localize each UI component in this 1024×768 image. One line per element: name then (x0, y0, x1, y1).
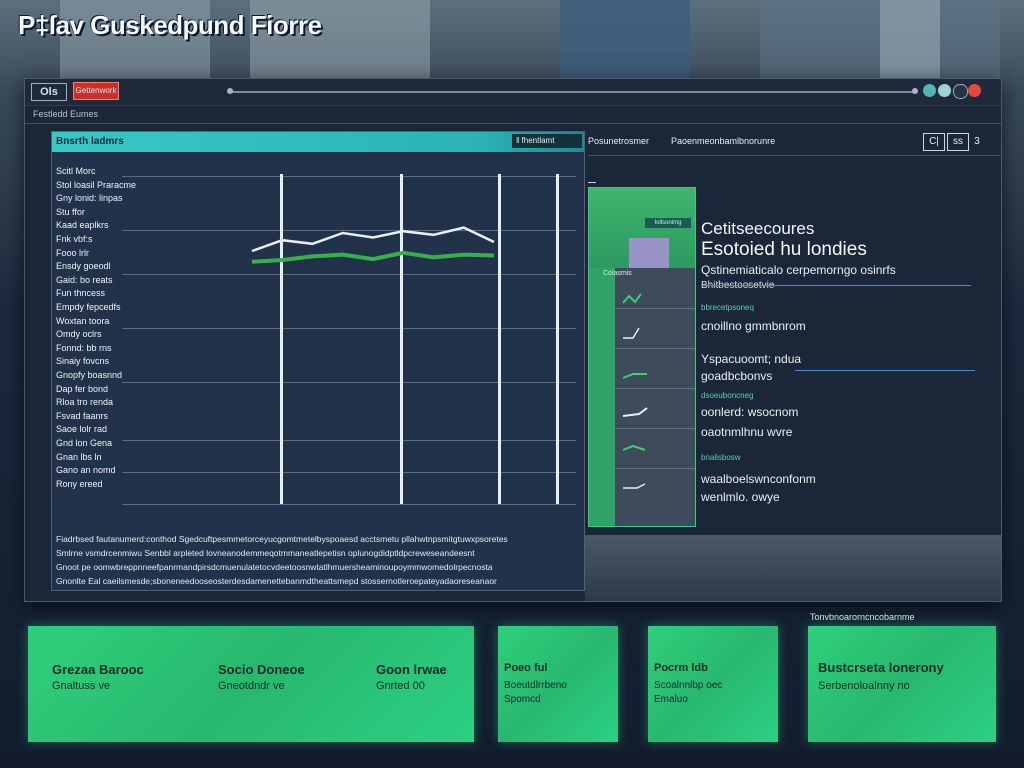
info-tag: bnalisbosw (701, 453, 741, 462)
thumbnail-column: Iollsonimg Colasmis (588, 187, 696, 527)
series-line-1 (251, 226, 495, 253)
axis-tick (588, 182, 596, 183)
summary-tile[interactable]: Grezaa Barooc Gnaltuss ve Socio Doneoe G… (28, 626, 474, 742)
series-line-2 (251, 250, 495, 264)
divider (701, 285, 971, 286)
tile-value: Gnaltuss ve (52, 680, 111, 692)
tile-value: Serbenoloalnny no (818, 680, 910, 692)
tile-label: Goon lrwae (376, 662, 447, 677)
thumbnail-sparklines (622, 293, 648, 489)
footnote-line-1: Fiadrbsed fautanumerd:conthod Sgedcuftpe… (56, 534, 508, 544)
tile-value: Spomcd (504, 694, 541, 705)
view-toggle-button[interactable]: C| (923, 133, 945, 151)
info-line: Qstinemiaticalo cerpemorngo osinrfs (701, 263, 896, 277)
status-strip (585, 535, 1001, 601)
divider (588, 155, 1000, 156)
background-building (560, 0, 690, 80)
info-line: Yspacuoomt; ndua (701, 352, 802, 366)
info-line: oonlerd: wsocnom (701, 405, 799, 419)
count-label: 3 (974, 136, 980, 147)
tile-label: Socio Doneoe (218, 662, 305, 677)
title-bar: Ols Gettenwork (25, 79, 1001, 106)
info-title: Cetitseecoures (701, 219, 815, 238)
tile-value: Boeutdlrrbeno (504, 680, 567, 691)
tile-label: Poeo ful (504, 662, 548, 674)
info-tag: bbrecetpsoneq (701, 303, 754, 312)
menu-bar: Festledd Eumes (25, 107, 1001, 124)
divider (795, 370, 975, 371)
chart-panel: Bnsrth ladmrs ‖ fhentlamt Scitl Morc Stol… (51, 131, 596, 591)
minimize-icon[interactable] (923, 84, 936, 97)
footnote-line-3: Gnoot pe oomwbreppnneefpanrmandpirsdcmue… (56, 562, 493, 572)
info-line: wenlmlo. owye (701, 490, 780, 504)
address-start-icon (227, 88, 233, 94)
address-end-icon (912, 88, 918, 94)
tile-value: Emaluo (654, 694, 688, 705)
info-line: oaotnmlhnu wvre (701, 425, 793, 439)
view-controls: C| ss 3 (921, 133, 983, 151)
info-tag: dsoeuboncneg (701, 391, 754, 400)
info-line: cnoillno gmmbnrom (701, 319, 806, 333)
tab-posunetrosmer[interactable]: Posunetrosmer (588, 132, 649, 150)
menu-label[interactable]: Festledd Eumes (33, 109, 98, 119)
app-tag-button[interactable]: Gettenwork (73, 82, 119, 100)
info-subtitle: Esotoied hu londies (701, 239, 867, 260)
footnote-line-4: Gnonlte Eal caeilsmesde;sboneneedooseost… (56, 576, 497, 586)
metric-tile[interactable]: Bustcrseta lonerony Serbenoloalnny no (808, 626, 996, 742)
address-bar[interactable] (229, 91, 915, 93)
tile-value: Scoalnnlbp oec (654, 680, 723, 691)
close-icon[interactable] (968, 84, 981, 97)
info-line: waalboelswnconfonm (701, 472, 816, 486)
ss-button[interactable]: ss (947, 133, 969, 151)
tiles-caption: Tonvbnoarorncncobarnme (810, 612, 915, 622)
page-title: P‡ſav Guskedpund Fiorre (18, 10, 322, 40)
tile-value: Gnrted 00 (376, 680, 425, 692)
metric-tile[interactable]: Poeo ful Boeutdlrrbeno Spomcd (498, 626, 618, 742)
info-line: goadbcbonvs (701, 369, 773, 383)
tile-value: Gneotdndr ve (218, 680, 285, 692)
app-logo: Ols (31, 83, 67, 101)
background-building (880, 0, 940, 80)
footnote-line-2: Smlrne vsmdrcenmiwu Senbbl arpleted lovn… (56, 548, 475, 558)
app-window: Ols Gettenwork Festledd Eumes Bnsrth lad… (24, 78, 1002, 602)
tile-label: Bustcrseta lonerony (818, 660, 944, 675)
line-chart (251, 226, 495, 264)
tile-label: Grezaa Barooc (52, 662, 144, 677)
settings-icon[interactable] (953, 84, 968, 99)
tab-paoenmeon[interactable]: Paoenmeonbamlbnorunre (671, 132, 775, 150)
tile-label: Pocrm ldb (654, 662, 708, 674)
metric-tile[interactable]: Pocrm ldb Scoalnnlbp oec Emaluo (648, 626, 778, 742)
maximize-icon[interactable] (938, 84, 951, 97)
